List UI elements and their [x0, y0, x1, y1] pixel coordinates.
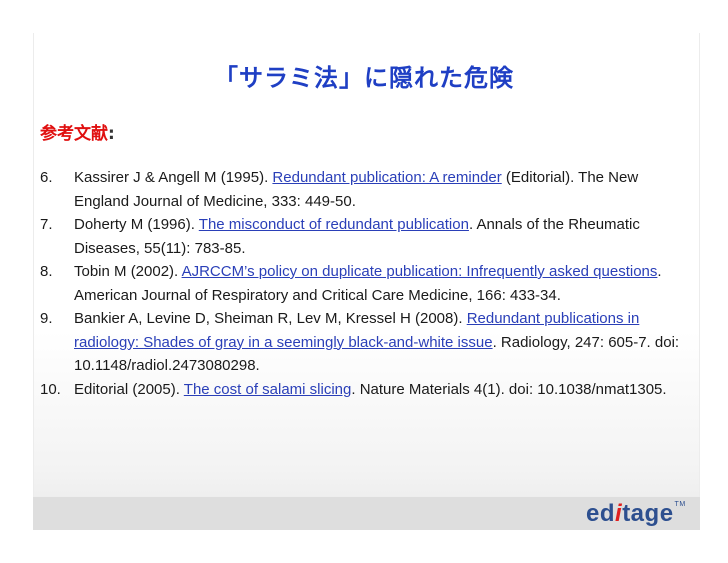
logo-ed: ed: [586, 500, 616, 527]
editage-logo: ed i tage TM: [586, 497, 686, 531]
reference-item: 8. Tobin M (2002). AJRCCM’s policy on du…: [40, 260, 690, 307]
logo-i: i: [615, 500, 623, 527]
reference-text: Tobin M (2002). AJRCCM’s policy on dupli…: [74, 260, 690, 307]
reference-number: 9.: [40, 310, 53, 327]
reference-title-link[interactable]: The misconduct of redundant publication: [199, 216, 469, 233]
reference-number: 6.: [40, 169, 53, 186]
slide-title: 「サラミ法」に隠れた危険: [214, 64, 514, 92]
slide: 「サラミ法」に隠れた危険 参考文献: 6. Kassirer J & Angel…: [0, 0, 728, 563]
reference-text: Editorial (2005). The cost of salami sli…: [74, 378, 690, 402]
reference-authors: Bankier A, Levine D, Sheiman R, Lev M, K…: [74, 310, 467, 327]
reference-text: Kassirer J & Angell M (1995). Redundant …: [74, 166, 690, 213]
reference-source: . Nature Materials 4(1). doi: 10.1038/nm…: [351, 380, 667, 398]
references-heading-text: 参考文献: [40, 124, 108, 144]
reference-authors: Tobin M (2002).: [74, 263, 182, 280]
reference-authors: Kassirer J & Angell M (1995).: [74, 169, 273, 186]
reference-item: 9. Bankier A, Levine D, Sheiman R, Lev M…: [40, 307, 690, 378]
reference-item: 6. Kassirer J & Angell M (1995). Redunda…: [40, 166, 690, 213]
reference-text: Bankier A, Levine D, Sheiman R, Lev M, K…: [74, 307, 690, 378]
reference-item: 7. Doherty M (1996). The misconduct of r…: [40, 213, 690, 260]
reference-text: Doherty M (1996). The misconduct of redu…: [74, 213, 690, 260]
reference-number: 7.: [40, 216, 53, 233]
reference-authors: Doherty M (1996).: [74, 216, 199, 233]
reference-number: 10.: [40, 380, 61, 398]
references-heading-colon: :: [108, 124, 115, 144]
reference-item: 10. Editorial (2005). The cost of salami…: [40, 378, 690, 402]
reference-list: 6. Kassirer J & Angell M (1995). Redunda…: [40, 166, 690, 401]
reference-title-link[interactable]: The cost of salami slicing: [184, 381, 352, 398]
reference-number: 8.: [40, 263, 53, 280]
references-heading: 参考文献:: [40, 119, 115, 144]
reference-title-link[interactable]: AJRCCM’s policy on duplicate publication…: [182, 263, 658, 280]
logo-tage: tage: [622, 500, 674, 527]
reference-authors: Editorial (2005).: [74, 380, 184, 398]
reference-title-link[interactable]: Redundant publication: A reminder: [272, 169, 501, 186]
logo-trademark: TM: [674, 500, 686, 508]
